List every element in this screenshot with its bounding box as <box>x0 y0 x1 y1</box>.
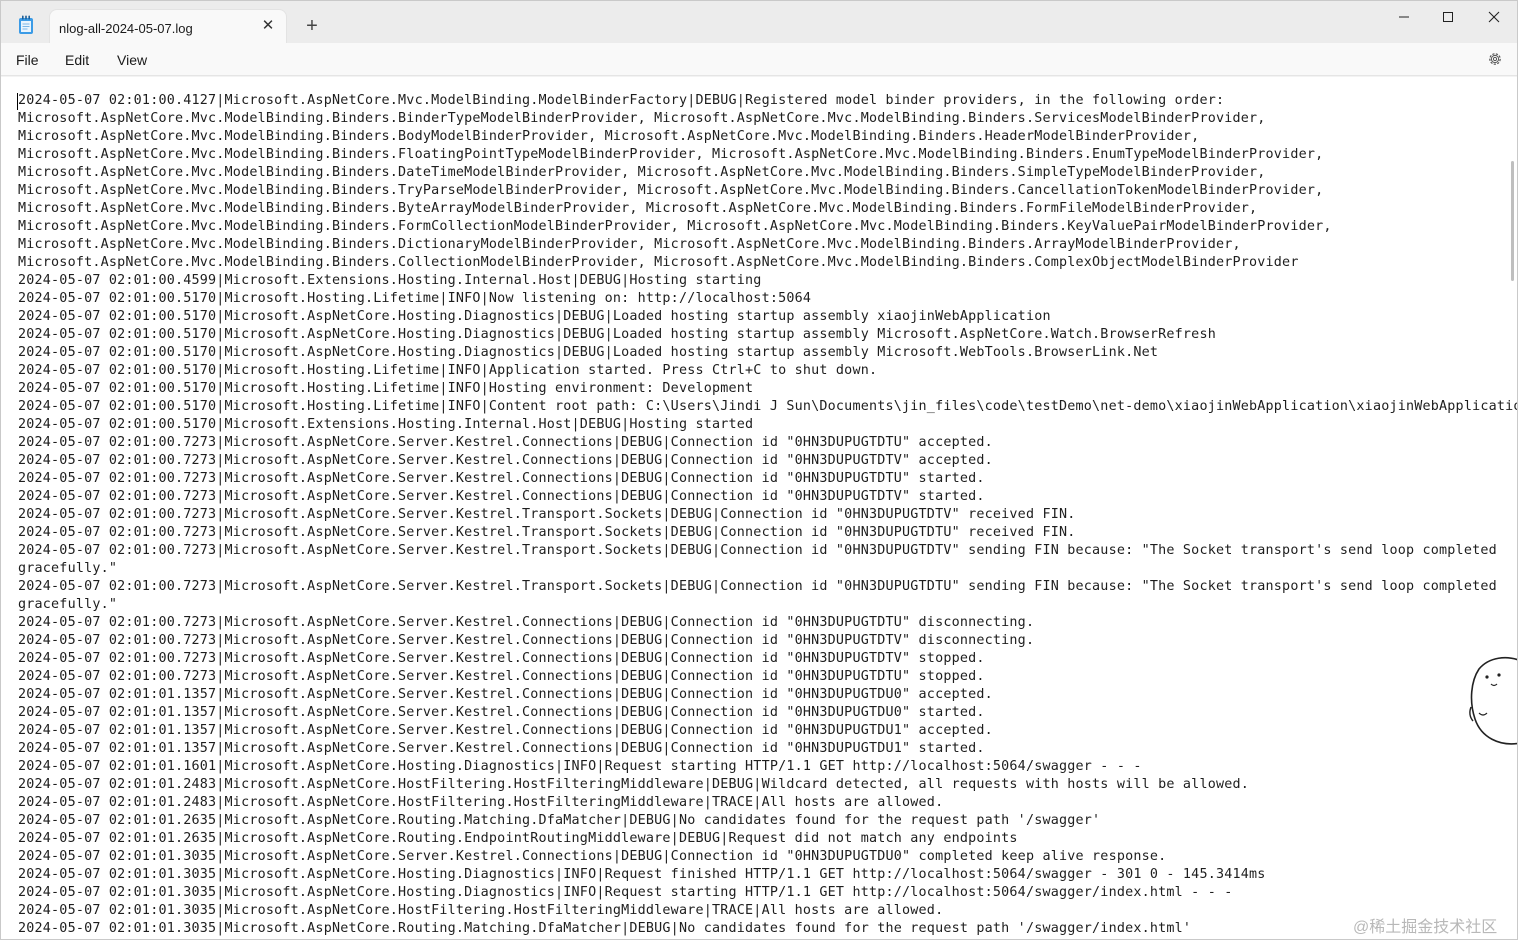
text-line[interactable]: 2024-05-07 02:01:01.1357|Microsoft.AspNe… <box>18 740 1513 758</box>
text-line[interactable]: 2024-05-07 02:01:00.7273|Microsoft.AspNe… <box>18 668 1513 686</box>
minimize-button[interactable] <box>1381 5 1427 29</box>
scrollbar-thumb[interactable] <box>1511 161 1514 281</box>
text-line[interactable]: 2024-05-07 02:01:00.7273|Microsoft.AspNe… <box>18 488 1513 506</box>
tab-title: nlog-all-2024-05-07.log <box>59 21 193 36</box>
text-line[interactable]: Microsoft.AspNetCore.Mvc.ModelBinding.Bi… <box>18 146 1513 164</box>
text-line[interactable]: 2024-05-07 02:01:01.2635|Microsoft.AspNe… <box>18 812 1513 830</box>
text-line[interactable]: Microsoft.AspNetCore.Mvc.ModelBinding.Bi… <box>18 254 1513 272</box>
text-line[interactable]: 2024-05-07 02:01:00.5170|Microsoft.Hosti… <box>18 362 1513 380</box>
notepad-icon <box>18 15 34 35</box>
editor-content[interactable]: 2024-05-07 02:01:00.4127|Microsoft.AspNe… <box>18 92 1517 938</box>
text-line[interactable]: 2024-05-07 02:01:00.7273|Microsoft.AspNe… <box>18 614 1513 632</box>
text-line[interactable]: 2024-05-07 02:01:01.1357|Microsoft.AspNe… <box>18 722 1513 740</box>
text-line[interactable]: 2024-05-07 02:01:01.1357|Microsoft.AspNe… <box>18 704 1513 722</box>
text-line[interactable]: 2024-05-07 02:01:00.7273|Microsoft.AspNe… <box>18 452 1513 470</box>
text-line[interactable]: 2024-05-07 02:01:00.5170|Microsoft.Hosti… <box>18 398 1517 416</box>
maximize-button[interactable] <box>1425 5 1471 29</box>
text-line[interactable]: 2024-05-07 02:01:00.5170|Microsoft.Hosti… <box>18 380 1513 398</box>
watermark-text: @稀土掘金技术社区 <box>1353 919 1498 936</box>
text-line[interactable]: 2024-05-07 02:01:01.1357|Microsoft.AspNe… <box>18 686 1513 704</box>
text-line[interactable]: 2024-05-07 02:01:00.5170|Microsoft.AspNe… <box>18 326 1513 344</box>
text-line[interactable]: 2024-05-07 02:01:00.7273|Microsoft.AspNe… <box>18 470 1513 488</box>
text-line[interactable]: 2024-05-07 02:01:00.5170|Microsoft.AspNe… <box>18 308 1513 326</box>
text-editor[interactable]: 2024-05-07 02:01:00.4127|Microsoft.AspNe… <box>1 77 1517 939</box>
text-line[interactable]: 2024-05-07 02:01:00.4127|Microsoft.AspNe… <box>18 92 1513 110</box>
text-line[interactable]: 2024-05-07 02:01:00.7273|Microsoft.AspNe… <box>18 632 1513 650</box>
text-line[interactable]: 2024-05-07 02:01:01.3035|Microsoft.AspNe… <box>18 866 1513 884</box>
text-line[interactable]: 2024-05-07 02:01:01.1601|Microsoft.AspNe… <box>18 758 1513 776</box>
close-window-button[interactable] <box>1471 5 1517 29</box>
gear-icon[interactable] <box>1487 51 1503 67</box>
text-line[interactable]: 2024-05-07 02:01:01.3035|Microsoft.AspNe… <box>18 884 1513 902</box>
text-line[interactable]: Microsoft.AspNetCore.Mvc.ModelBinding.Bi… <box>18 182 1513 200</box>
menu-edit[interactable]: Edit <box>65 52 89 68</box>
text-line[interactable]: 2024-05-07 02:01:00.5170|Microsoft.Exten… <box>18 416 1513 434</box>
text-line[interactable]: 2024-05-07 02:01:00.5170|Microsoft.AspNe… <box>18 344 1513 362</box>
text-line[interactable]: 2024-05-07 02:01:01.3035|Microsoft.AspNe… <box>18 920 1513 938</box>
text-line[interactable]: 2024-05-07 02:01:00.7273|Microsoft.AspNe… <box>18 650 1513 668</box>
text-line[interactable]: Microsoft.AspNetCore.Mvc.ModelBinding.Bi… <box>18 236 1513 254</box>
text-line[interactable]: Microsoft.AspNetCore.Mvc.ModelBinding.Bi… <box>18 128 1513 146</box>
text-line[interactable]: 2024-05-07 02:01:01.2483|Microsoft.AspNe… <box>18 776 1513 794</box>
text-line[interactable]: 2024-05-07 02:01:01.3035|Microsoft.AspNe… <box>18 848 1513 866</box>
text-line[interactable]: 2024-05-07 02:01:00.7273|Microsoft.AspNe… <box>18 434 1513 452</box>
text-line[interactable]: 2024-05-07 02:01:00.7273|Microsoft.AspNe… <box>18 542 1513 560</box>
tab-close-icon[interactable]: ✕ <box>260 18 276 34</box>
new-tab-button[interactable]: + <box>303 16 321 36</box>
text-line[interactable]: Microsoft.AspNetCore.Mvc.ModelBinding.Bi… <box>18 218 1513 236</box>
text-line[interactable]: 2024-05-07 02:01:00.5170|Microsoft.Hosti… <box>18 290 1513 308</box>
tab-active-file[interactable]: nlog-all-2024-05-07.log ✕ <box>49 9 287 44</box>
text-line[interactable]: Microsoft.AspNetCore.Mvc.ModelBinding.Bi… <box>18 164 1513 182</box>
mascot-sticker-image <box>1465 651 1517 751</box>
menu-bar: File Edit View <box>1 43 1517 76</box>
text-line[interactable]: 2024-05-07 02:01:00.7273|Microsoft.AspNe… <box>18 578 1513 596</box>
text-line[interactable]: gracefully." <box>18 560 1513 578</box>
menu-file[interactable]: File <box>16 52 39 68</box>
vertical-scrollbar[interactable] <box>1505 77 1517 939</box>
notepad-window: nlog-all-2024-05-07.log ✕ + File Edit Vi… <box>0 0 1518 940</box>
menu-view[interactable]: View <box>117 52 147 68</box>
text-line[interactable]: 2024-05-07 02:01:00.7273|Microsoft.AspNe… <box>18 506 1513 524</box>
text-line[interactable]: 2024-05-07 02:01:00.4599|Microsoft.Exten… <box>18 272 1513 290</box>
text-line[interactable]: Microsoft.AspNetCore.Mvc.ModelBinding.Bi… <box>18 200 1513 218</box>
text-line[interactable]: gracefully." <box>18 596 1513 614</box>
text-line[interactable]: 2024-05-07 02:01:01.3035|Microsoft.AspNe… <box>18 902 1513 920</box>
text-line[interactable]: 2024-05-07 02:01:00.7273|Microsoft.AspNe… <box>18 524 1513 542</box>
title-bar[interactable]: nlog-all-2024-05-07.log ✕ + <box>1 1 1517 44</box>
text-line[interactable]: 2024-05-07 02:01:01.2635|Microsoft.AspNe… <box>18 830 1513 848</box>
text-caret <box>17 93 18 110</box>
text-line[interactable]: Microsoft.AspNetCore.Mvc.ModelBinding.Bi… <box>18 110 1513 128</box>
text-line[interactable]: 2024-05-07 02:01:01.2483|Microsoft.AspNe… <box>18 794 1513 812</box>
